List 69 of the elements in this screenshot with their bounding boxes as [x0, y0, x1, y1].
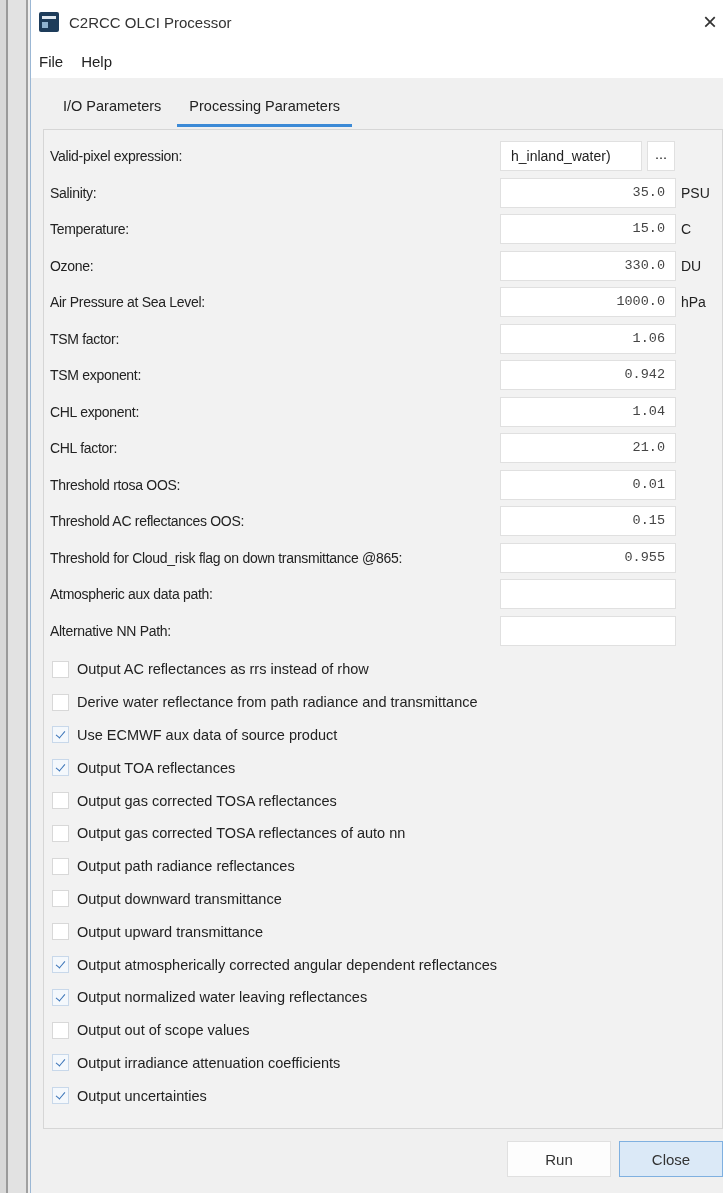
checkbox[interactable]: [52, 792, 69, 810]
checkbox[interactable]: [52, 956, 69, 974]
checkbox[interactable]: [52, 988, 69, 1006]
checkbox-label: Derive water reflectance from path radiance and transmittance: [77, 694, 478, 711]
parameter-label: Threshold AC reflectances OOS:: [50, 513, 246, 530]
checkbox-label: Output normalized water leaving reflectances: [77, 989, 368, 1006]
parameter-label: Atmospheric aux data path:: [50, 586, 214, 603]
parameter-label: Threshold for Cloud_risk flag on down transmittance @865:: [50, 549, 403, 566]
close-button[interactable]: ×: [697, 8, 723, 36]
checkbox-label: Output path radiance reflectances: [77, 858, 295, 875]
input-field[interactable]: 21.0: [500, 433, 676, 464]
checkbox[interactable]: [52, 1021, 69, 1039]
checkbox-label: Output upward transmittance: [77, 923, 264, 940]
input-field[interactable]: 1.04: [500, 396, 676, 427]
checkbox-label: Output uncertainties: [77, 1087, 207, 1104]
parameter-label: Threshold rtosa OOS:: [50, 476, 182, 493]
dialog-button[interactable]: Run: [507, 1141, 611, 1178]
input-field[interactable]: 1.06: [500, 323, 676, 354]
checkbox[interactable]: [52, 1054, 69, 1072]
checkbox[interactable]: [52, 890, 69, 908]
checkbox[interactable]: [52, 824, 69, 842]
parameter-label: Valid-pixel expression:: [50, 148, 184, 165]
checkbox[interactable]: [52, 660, 69, 678]
input-field[interactable]: 1000.0: [500, 287, 676, 318]
path-field[interactable]: [500, 579, 676, 610]
parameter-label: Ozone:: [50, 257, 95, 274]
checkbox[interactable]: [52, 726, 69, 744]
unit-label: hPa: [681, 294, 706, 311]
input-field[interactable]: 0.01: [500, 469, 676, 500]
input-field[interactable]: 330.0: [500, 250, 676, 281]
unit-label: DU: [681, 257, 702, 274]
unit-label: C: [681, 221, 692, 238]
input-field[interactable]: 0.15: [500, 506, 676, 537]
parameter-label: TSM factor:: [50, 330, 121, 347]
parameter-label: CHL factor:: [50, 440, 118, 457]
parameter-label: Alternative NN Path:: [50, 622, 172, 639]
checkbox[interactable]: [52, 923, 69, 941]
checkbox-label: Output downward transmittance: [77, 890, 282, 907]
checkbox-label: Output gas corrected TOSA reflectances: [77, 792, 337, 809]
checkbox-label: Output atmospherically corrected angular dependent reflectances: [77, 956, 497, 973]
checkbox-label: Output TOA reflectances: [77, 759, 236, 776]
input-field[interactable]: 15.0: [500, 214, 676, 245]
browse-button[interactable]: ...: [647, 141, 675, 172]
parameter-label: TSM exponent:: [50, 367, 143, 384]
parameter-label: CHL exponent:: [50, 403, 140, 420]
checkbox[interactable]: [52, 857, 69, 875]
input-field[interactable]: 35.0: [500, 177, 676, 208]
checkbox[interactable]: [52, 759, 69, 777]
input-field[interactable]: 0.955: [500, 542, 676, 573]
path-field[interactable]: [500, 615, 676, 646]
checkbox[interactable]: [52, 1087, 69, 1105]
parameter-label: Temperature:: [50, 221, 130, 238]
parameter-label: Salinity:: [50, 184, 98, 201]
checkbox-label: Use ECMWF aux data of source product: [77, 727, 338, 743]
checkbox-label: Output gas corrected TOSA reflectances of auto nn: [77, 825, 406, 842]
input-field[interactable]: 0.942: [500, 360, 676, 391]
checkbox-label: Output irradiance attenuation coefficients: [77, 1054, 341, 1071]
checkbox-label: Output AC reflectances as rrs instead of rhow: [77, 661, 369, 678]
expression-field[interactable]: h_inland_water): [500, 141, 642, 172]
menu-item[interactable]: Help: [81, 52, 113, 70]
tab[interactable]: I/O Parameters: [51, 90, 174, 127]
dialog-button[interactable]: Close: [619, 1141, 723, 1178]
window-title: C2RCC OLCI Processor: [69, 13, 233, 31]
unit-label: PSU: [681, 184, 710, 201]
checkbox[interactable]: [52, 693, 69, 711]
app-icon: [39, 12, 59, 32]
checkbox-label: Output out of scope values: [77, 1022, 250, 1039]
parameter-label: Air Pressure at Sea Level:: [50, 294, 206, 311]
menu-item[interactable]: File: [39, 52, 64, 70]
